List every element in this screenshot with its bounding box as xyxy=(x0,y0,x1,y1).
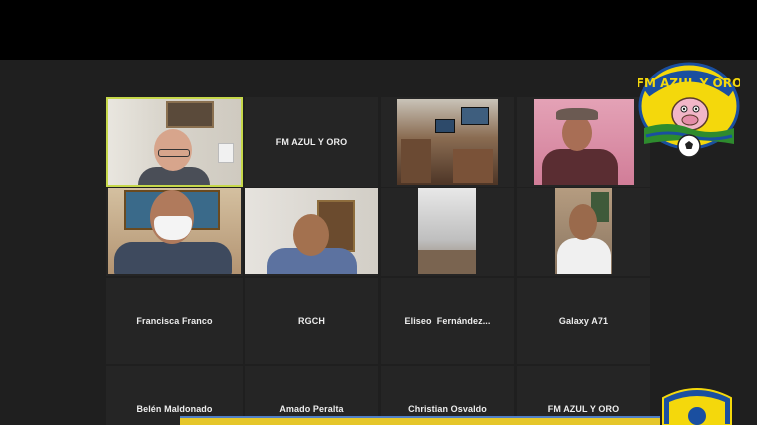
participant-tile[interactable] xyxy=(106,188,243,276)
station-logo: FM AZUL Y ORO xyxy=(636,62,742,162)
participant-tile[interactable] xyxy=(381,188,514,276)
participant-tile[interactable]: FM AZUL Y ORO xyxy=(245,97,378,187)
participant-name: RGCH xyxy=(298,316,325,326)
participant-name: Eliseo Fernández... xyxy=(404,316,491,326)
participant-tile[interactable] xyxy=(517,97,650,187)
tv-screen xyxy=(435,119,455,133)
participant-tile[interactable] xyxy=(245,188,378,276)
participant-tile[interactable] xyxy=(381,97,514,187)
wall-painting xyxy=(166,101,214,128)
top-black-bar xyxy=(0,0,757,60)
crest-emblem-icon xyxy=(686,405,708,425)
participant-video xyxy=(418,188,476,274)
participant-tile[interactable]: Francisca Franco xyxy=(106,278,243,364)
participant-name: Francisca Franco xyxy=(136,316,213,326)
participant-name: Galaxy A71 xyxy=(558,316,609,326)
participant-tile[interactable]: Eliseo Fernández... xyxy=(381,278,514,364)
participant-name: FM AZUL Y ORO xyxy=(547,404,620,414)
wall-device xyxy=(218,143,234,163)
participant-name: FM AZUL Y ORO xyxy=(275,137,348,147)
participant-video xyxy=(108,188,241,274)
hat xyxy=(556,108,598,120)
participant-tile[interactable]: Galaxy A71 xyxy=(517,278,650,364)
participant-video xyxy=(108,99,241,185)
overlay-banner-strip xyxy=(180,416,660,425)
participant-video xyxy=(245,188,378,274)
participant-tile-active-speaker[interactable] xyxy=(106,97,243,187)
participant-video xyxy=(555,188,612,274)
participant-video xyxy=(397,99,498,185)
tv-screen xyxy=(461,107,489,125)
soccer-ball-icon xyxy=(677,134,701,158)
participant-name: Christian Osvaldo xyxy=(408,404,487,414)
participant-tile[interactable]: RGCH xyxy=(245,278,378,364)
participant-tile[interactable] xyxy=(517,188,650,276)
logo-text: FM AZUL Y ORO xyxy=(638,76,740,90)
participant-video xyxy=(534,99,634,185)
participant-name: Belén Maldonado xyxy=(136,404,213,414)
club-crest xyxy=(657,386,737,425)
participant-name: Amado Peralta xyxy=(279,404,344,414)
